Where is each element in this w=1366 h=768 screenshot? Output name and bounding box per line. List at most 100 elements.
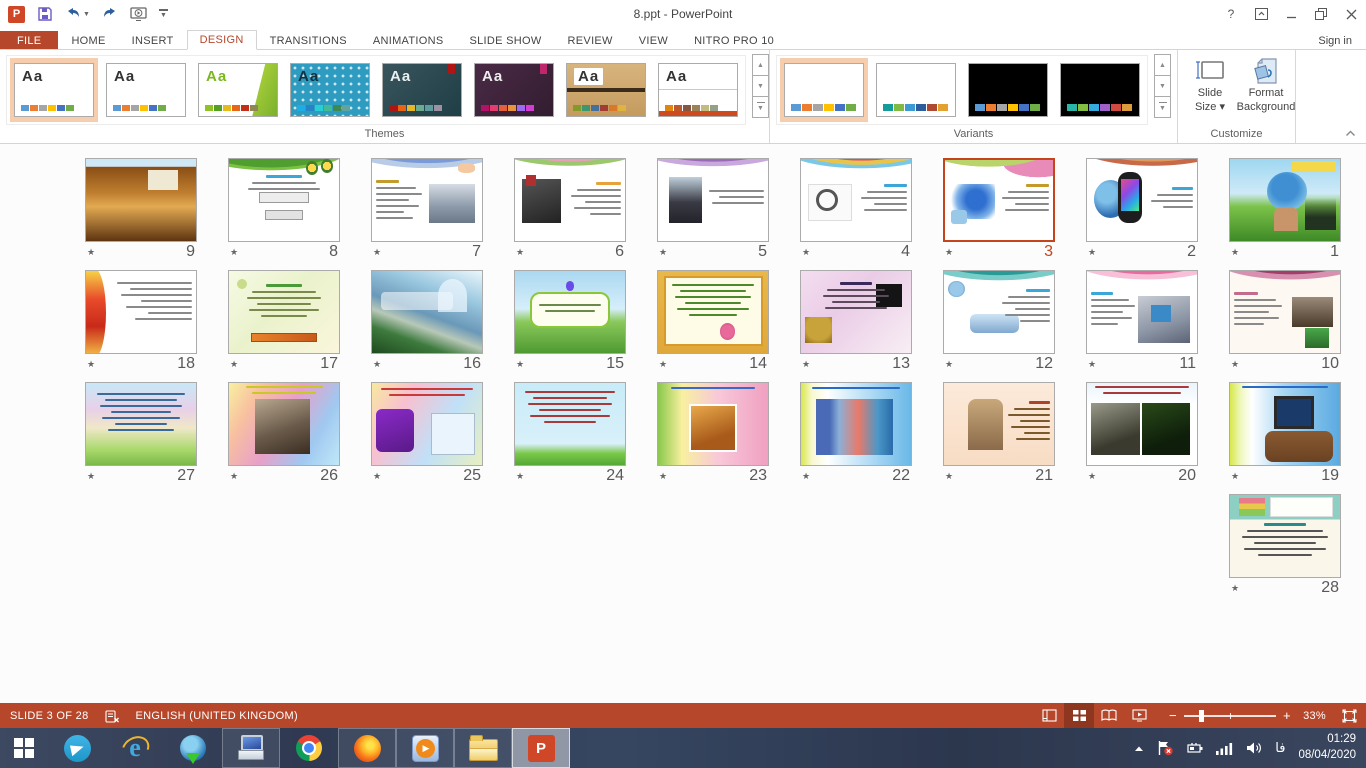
slide-thumbnail[interactable]	[85, 382, 197, 466]
download-manager[interactable]	[164, 728, 222, 768]
spell-check-icon[interactable]	[105, 709, 120, 723]
theme-facet[interactable]: Aa	[194, 58, 282, 122]
variants-scroll-up-icon[interactable]: ▲	[1154, 54, 1171, 76]
slide-thumbnail[interactable]	[514, 382, 626, 466]
themes-scroll-down-icon[interactable]: ▼	[752, 75, 769, 97]
on-screen-keyboard[interactable]	[222, 728, 280, 768]
slide-sorter-view-icon[interactable]	[1064, 703, 1094, 728]
tab-nitro-pro-10[interactable]: NITRO PRO 10	[681, 31, 787, 50]
transition-star-icon[interactable]: ★	[1231, 583, 1239, 594]
slide-thumbnail[interactable]	[85, 270, 197, 354]
transition-star-icon[interactable]: ★	[945, 247, 953, 258]
transition-star-icon[interactable]: ★	[230, 471, 238, 482]
clock[interactable]: 01:29 08/04/2020	[1298, 732, 1356, 763]
save-icon[interactable]	[37, 5, 53, 23]
powerpoint[interactable]	[512, 728, 570, 768]
transition-star-icon[interactable]: ★	[1088, 359, 1096, 370]
slide-thumbnail[interactable]	[657, 158, 769, 242]
slide-thumbnail[interactable]	[85, 158, 197, 242]
undo-dropdown-caret[interactable]: ▼	[83, 11, 90, 18]
theme-office[interactable]: Aa	[10, 58, 98, 122]
action-center-flag-icon[interactable]	[1157, 740, 1174, 756]
theme-organic[interactable]: Aa	[562, 58, 650, 122]
tab-home[interactable]: HOME	[58, 31, 118, 50]
undo-icon[interactable]: ▼	[65, 5, 90, 23]
transition-star-icon[interactable]: ★	[1088, 247, 1096, 258]
volume-icon[interactable]	[1246, 741, 1262, 755]
theme-integral[interactable]: Aa	[286, 58, 374, 122]
transition-star-icon[interactable]: ★	[1231, 471, 1239, 482]
media-player[interactable]	[396, 728, 454, 768]
customize-quick-access-toolbar-icon[interactable]: ▼	[159, 5, 168, 23]
slide-thumbnail[interactable]	[1086, 270, 1198, 354]
chrome[interactable]	[280, 728, 338, 768]
transition-star-icon[interactable]: ★	[516, 471, 524, 482]
sign-in-link[interactable]: Sign in	[1304, 35, 1366, 50]
theme-ion-boardroom[interactable]: Aa	[470, 58, 558, 122]
format-background-button[interactable]: FormatBackground	[1240, 55, 1292, 115]
slide-thumbnail[interactable]	[800, 270, 912, 354]
slide-thumbnail[interactable]	[1229, 158, 1341, 242]
transition-star-icon[interactable]: ★	[87, 247, 95, 258]
collapse-ribbon-icon[interactable]	[1345, 129, 1356, 137]
transition-star-icon[interactable]: ★	[1088, 471, 1096, 482]
variant-1[interactable]	[780, 58, 868, 122]
slide-thumbnail[interactable]	[371, 158, 483, 242]
language-indicator[interactable]: فا	[1275, 741, 1285, 756]
battery-icon[interactable]	[1187, 742, 1203, 754]
transition-star-icon[interactable]: ★	[1231, 359, 1239, 370]
variant-4[interactable]	[1056, 58, 1144, 122]
zoom-level[interactable]: 33%	[1292, 710, 1326, 722]
redo-icon[interactable]	[102, 5, 118, 23]
slide-show-view-icon[interactable]	[1124, 703, 1154, 728]
themes-scroll-up-icon[interactable]: ▲	[752, 54, 769, 76]
start-button[interactable]	[0, 728, 48, 768]
tab-file[interactable]: FILE	[0, 31, 58, 50]
slide-thumbnail[interactable]	[657, 270, 769, 354]
hidden-icons-arrow[interactable]	[1134, 745, 1144, 752]
slide-thumbnail[interactable]	[800, 382, 912, 466]
zoom-slider[interactable]	[1184, 715, 1276, 717]
slide-thumbnail[interactable]	[1086, 382, 1198, 466]
slide-thumbnail[interactable]	[1229, 494, 1341, 578]
tab-insert[interactable]: INSERT	[119, 31, 187, 50]
transition-star-icon[interactable]: ★	[87, 359, 95, 370]
slide-thumbnail[interactable]	[943, 382, 1055, 466]
transition-star-icon[interactable]: ★	[373, 471, 381, 482]
start-from-beginning-icon[interactable]	[130, 5, 147, 23]
transition-star-icon[interactable]: ★	[659, 471, 667, 482]
slide-thumbnail[interactable]	[228, 158, 340, 242]
variant-2[interactable]	[872, 58, 960, 122]
reading-view-icon[interactable]	[1094, 703, 1124, 728]
transition-star-icon[interactable]: ★	[802, 471, 810, 482]
tab-design[interactable]: DESIGN	[187, 30, 257, 50]
transition-star-icon[interactable]: ★	[945, 359, 953, 370]
slide-thumbnail[interactable]	[943, 270, 1055, 354]
theme-ion[interactable]: Aa	[378, 58, 466, 122]
slide-thumbnail[interactable]	[228, 382, 340, 466]
help-icon[interactable]: ?	[1216, 0, 1246, 28]
transition-star-icon[interactable]: ★	[516, 359, 524, 370]
zoom-in-icon[interactable]: +	[1282, 708, 1292, 723]
slide-thumbnail[interactable]	[657, 382, 769, 466]
slide-thumbnail[interactable]	[1229, 382, 1341, 466]
zoom-out-icon[interactable]: −	[1168, 708, 1178, 723]
zoom-slider-thumb[interactable]	[1199, 710, 1204, 722]
theme-retrospect[interactable]: Aa	[654, 58, 742, 122]
slide-thumbnail[interactable]	[943, 158, 1055, 242]
slide-size-button[interactable]: SlideSize ▾	[1184, 55, 1236, 115]
variant-3[interactable]	[964, 58, 1052, 122]
slide-thumbnail[interactable]	[371, 382, 483, 466]
transition-star-icon[interactable]: ★	[230, 359, 238, 370]
transition-star-icon[interactable]: ★	[516, 247, 524, 258]
telegram[interactable]	[48, 728, 106, 768]
transition-star-icon[interactable]: ★	[230, 247, 238, 258]
restore-icon[interactable]	[1306, 0, 1336, 28]
tab-animations[interactable]: ANIMATIONS	[360, 31, 457, 50]
theme-office-current[interactable]: Aa	[102, 58, 190, 122]
slide-thumbnail[interactable]	[514, 158, 626, 242]
internet-explorer[interactable]	[106, 728, 164, 768]
tab-slide-show[interactable]: SLIDE SHOW	[456, 31, 554, 50]
ribbon-display-options-icon[interactable]	[1246, 0, 1276, 28]
close-icon[interactable]	[1336, 0, 1366, 28]
